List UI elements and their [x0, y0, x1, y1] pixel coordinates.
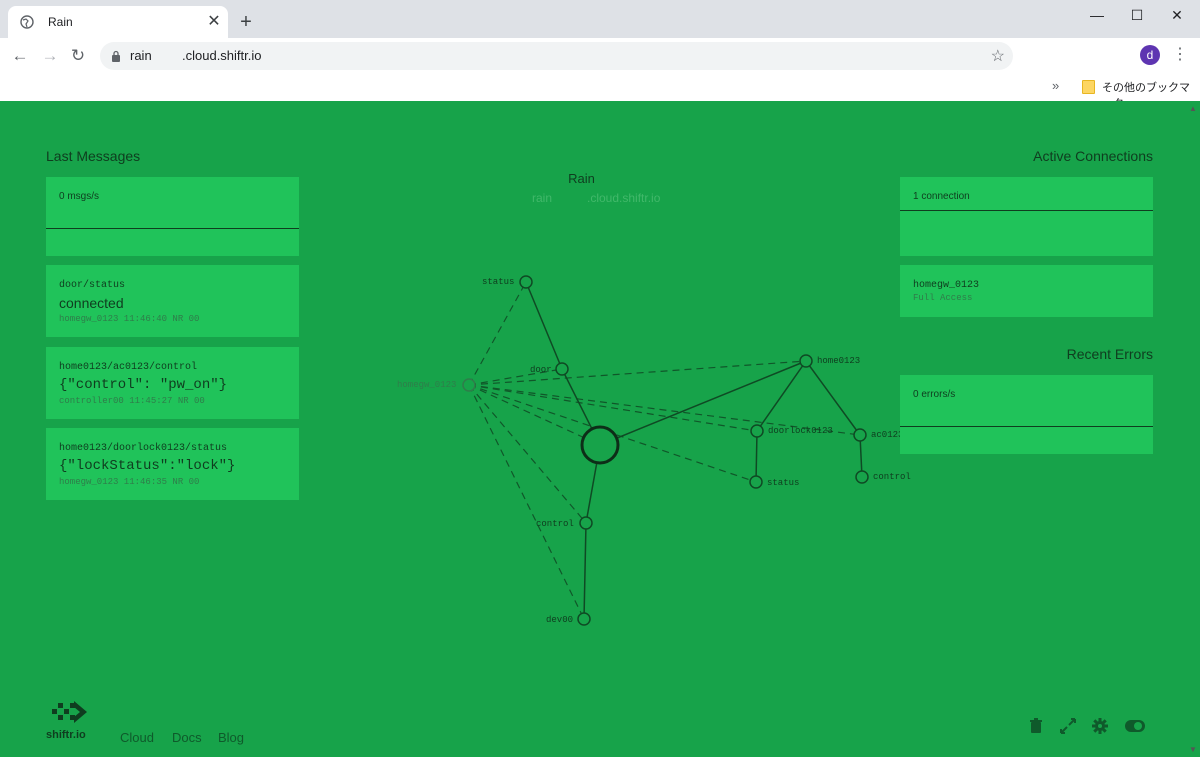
errors-divider — [900, 426, 1153, 427]
minimize-button[interactable]: — — [1082, 4, 1112, 26]
footer-link-cloud[interactable]: Cloud — [120, 730, 154, 745]
graph-node-control-left[interactable] — [579, 516, 593, 530]
node-label-control-right: control — [873, 472, 911, 482]
node-label-control-left: control — [536, 519, 574, 529]
graph-node-door[interactable] — [555, 362, 569, 376]
tab-title: Rain — [48, 15, 73, 29]
graph-node-status-bottom[interactable] — [749, 475, 763, 489]
errors-rate-card: 0 errors/s — [900, 375, 1153, 454]
scroll-down-arrow[interactable]: ▼ — [1189, 745, 1197, 754]
graph-node-ac0123[interactable] — [853, 428, 867, 442]
lock-icon — [112, 50, 120, 62]
footer-link-docs[interactable]: Docs — [172, 730, 202, 745]
node-label-ac0123: ac0123 — [871, 430, 904, 440]
profile-avatar[interactable]: d — [1140, 45, 1160, 65]
graph-node-doorlock0123[interactable] — [750, 424, 764, 438]
node-label-doorlock0123: doorlock0123 — [768, 426, 833, 436]
node-label-status-top: status — [482, 277, 515, 287]
graph-node-home0123[interactable] — [799, 354, 813, 368]
trash-icon[interactable] — [1027, 717, 1045, 735]
node-label-door: door — [530, 365, 552, 375]
bookmarks-overflow-button[interactable]: » — [1052, 78, 1059, 93]
node-label-home0123: home0123 — [817, 356, 861, 366]
shiftr-app: Last Messages 0 msgs/s door/status conne… — [0, 101, 1200, 757]
fullscreen-icon[interactable] — [1059, 717, 1077, 735]
browser-chrome: Rain ✕ + — ☐ ✕ ← → ↻ rain .cloud.shiftr.… — [0, 0, 1200, 110]
node-label-homegw: homegw_0123 — [397, 380, 457, 390]
graph-node-homegw[interactable] — [462, 378, 476, 392]
bookmarks-bar: » その他のブックマーク — [0, 74, 1200, 110]
gear-icon[interactable] — [1091, 717, 1109, 735]
connections-count: 1 connection — [913, 191, 970, 202]
maximize-button[interactable]: ☐ — [1122, 4, 1152, 26]
errors-rate: 0 errors/s — [913, 389, 956, 400]
toggle-switch-icon[interactable] — [1124, 719, 1146, 733]
recent-errors-title: Recent Errors — [1066, 346, 1153, 362]
client-links — [468, 281, 861, 620]
tab-close-button[interactable]: ✕ — [204, 12, 224, 32]
shiftr-logo-icon[interactable] — [50, 699, 90, 725]
bookmark-star-icon[interactable]: ☆ — [991, 46, 1005, 66]
connection-client-name: homegw_0123 — [913, 280, 980, 291]
scroll-up-arrow[interactable]: ▲ — [1189, 104, 1197, 113]
folder-icon — [1082, 80, 1095, 94]
active-connections-title: Active Connections — [1033, 148, 1153, 164]
new-tab-button[interactable]: + — [236, 12, 256, 32]
globe-icon — [20, 15, 34, 29]
footer-link-blog[interactable]: Blog — [218, 730, 244, 745]
graph-node-control-right[interactable] — [855, 470, 869, 484]
shiftr-logo-text[interactable]: shiftr.io — [46, 729, 86, 741]
tab-rain[interactable]: Rain ✕ — [8, 6, 228, 38]
tab-strip: Rain ✕ + — ☐ ✕ — [0, 0, 1200, 38]
reload-button[interactable]: ↻ — [66, 44, 90, 68]
topic-links — [525, 281, 863, 620]
forward-button[interactable]: → — [38, 44, 62, 68]
browser-toolbar: ← → ↻ rain .cloud.shiftr.io ☆ — [0, 38, 1200, 74]
connection-item[interactable]: homegw_0123 Full Access — [900, 265, 1153, 317]
node-label-dev00: dev00 — [546, 615, 574, 625]
browser-menu-icon[interactable]: ⋮ — [1172, 44, 1188, 66]
graph-node-dev00[interactable] — [577, 612, 591, 626]
url-domain-part: .cloud.shiftr.io — [182, 48, 262, 63]
close-window-button[interactable]: ✕ — [1162, 4, 1192, 26]
connections-divider — [900, 210, 1153, 211]
address-bar[interactable]: rain .cloud.shiftr.io ☆ — [100, 42, 1013, 70]
connections-count-card: 1 connection — [900, 177, 1153, 256]
back-button[interactable]: ← — [8, 44, 32, 68]
root-node[interactable] — [580, 425, 620, 465]
url-host-part: rain — [130, 48, 152, 63]
graph-node-status-top[interactable] — [519, 275, 533, 289]
connection-access: Full Access — [913, 293, 973, 303]
node-label-status-bottom: status — [767, 478, 800, 488]
